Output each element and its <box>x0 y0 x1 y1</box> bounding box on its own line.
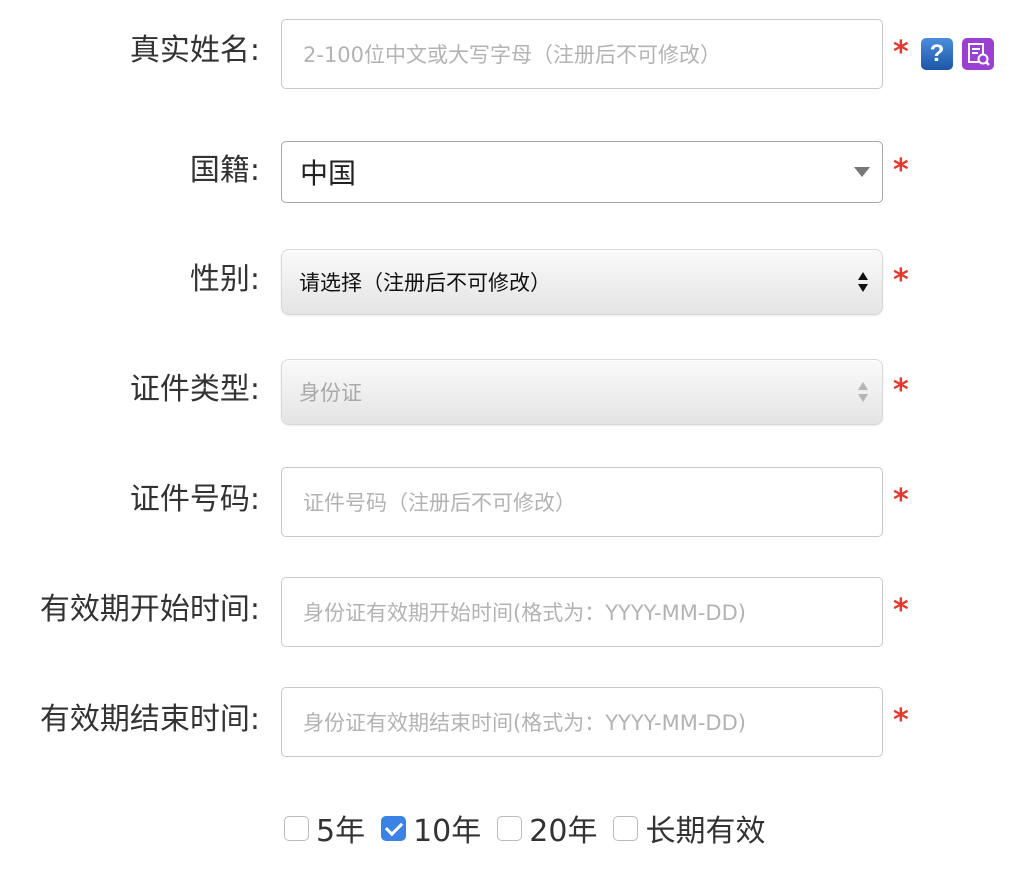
question-mark-icon[interactable]: ? <box>921 38 953 70</box>
real-name-placeholder: 2-100位中文或大写字母（注册后不可修改） <box>303 43 722 67</box>
validity-period-options: 5年 10年 20年 长期有效 <box>284 806 781 850</box>
nationality-select[interactable]: 中国 <box>281 141 883 203</box>
required-mark: * <box>893 153 909 188</box>
required-mark: * <box>893 263 909 298</box>
valid-end-input[interactable]: 身份证有效期结束时间(格式为：YYYY-MM-DD) <box>281 687 883 757</box>
id-type-select: 身份证 <box>281 359 883 425</box>
up-down-arrows-icon <box>858 381 870 405</box>
validity-option-10y[interactable]: 10年 <box>381 806 481 850</box>
gender-value: 请选择（注册后不可修改） <box>299 271 551 295</box>
valid-start-label: 有效期开始时间: <box>39 592 260 627</box>
nationality-label: 国籍: <box>189 153 260 188</box>
id-number-input[interactable]: 证件号码（注册后不可修改） <box>281 467 883 537</box>
real-name-input[interactable]: 2-100位中文或大写字母（注册后不可修改） <box>281 19 883 89</box>
gender-select[interactable]: 请选择（注册后不可修改） <box>281 249 883 315</box>
validity-option-20y[interactable]: 20年 <box>497 806 597 850</box>
valid-start-placeholder: 身份证有效期开始时间(格式为：YYYY-MM-DD) <box>303 601 746 625</box>
valid-end-placeholder: 身份证有效期结束时间(格式为：YYYY-MM-DD) <box>303 711 746 735</box>
valid-start-input[interactable]: 身份证有效期开始时间(格式为：YYYY-MM-DD) <box>281 577 883 647</box>
required-mark: * <box>893 35 909 70</box>
id-type-value: 身份证 <box>299 381 362 405</box>
validity-option-5y[interactable]: 5年 <box>284 806 365 850</box>
required-mark: * <box>893 373 909 408</box>
checkbox-checked[interactable] <box>381 815 407 841</box>
real-name-label: 真实姓名: <box>129 33 260 68</box>
checkbox-label: 20年 <box>529 814 598 849</box>
gender-label: 性别: <box>189 262 260 297</box>
checkbox-label: 10年 <box>413 814 482 849</box>
checkbox[interactable] <box>613 815 639 841</box>
book-search-icon[interactable] <box>962 38 994 70</box>
chevron-down-icon <box>854 167 870 177</box>
checkbox[interactable] <box>497 815 523 841</box>
valid-end-label: 有效期结束时间: <box>39 702 260 737</box>
required-mark: * <box>893 483 909 518</box>
required-mark: * <box>893 703 909 738</box>
id-number-placeholder: 证件号码（注册后不可修改） <box>303 491 576 515</box>
id-type-label: 证件类型: <box>129 372 260 407</box>
id-number-label: 证件号码: <box>129 482 260 517</box>
validity-option-long-term[interactable]: 长期有效 <box>613 806 765 850</box>
checkbox-label: 长期有效 <box>645 814 766 849</box>
checkbox[interactable] <box>284 815 309 841</box>
up-down-arrows-icon <box>858 271 870 295</box>
nationality-value: 中国 <box>300 157 357 190</box>
required-mark: * <box>893 593 909 628</box>
checkbox-label: 5年 <box>316 814 366 849</box>
